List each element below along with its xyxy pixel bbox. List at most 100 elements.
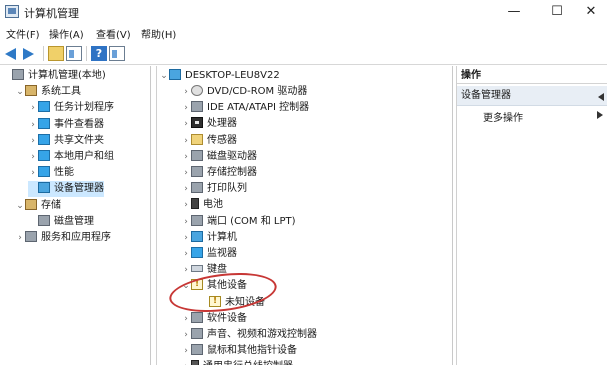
chevron-right-icon[interactable]: › [181, 84, 191, 100]
device-category-item[interactable]: › 电池 [181, 197, 223, 213]
more-actions-link[interactable]: 更多操作 [483, 109, 523, 124]
sidebar-item-label: 系统工具 [41, 86, 81, 98]
chevron-right-icon[interactable]: › [28, 133, 38, 149]
device-tree-pane[interactable]: ⌄ DESKTOP-LEU8V22 › DVD/CD-ROM 驱动器 › IDE ATA… [156, 66, 453, 365]
actions-group-label: 设备管理器 [461, 90, 511, 101]
device-category-item[interactable]: › 监视器 [181, 246, 237, 262]
computer-management-icon [5, 5, 19, 18]
chevron-right-icon[interactable]: › [181, 133, 191, 149]
mouse-icon [191, 344, 203, 356]
forward-arrow-icon[interactable] [23, 46, 39, 61]
device-category-label: 声音、视频和游戏控制器 [207, 329, 317, 340]
device-category-item[interactable]: › 打印队列 [181, 181, 247, 197]
device-category-item[interactable]: › IDE ATA/ATAPI 控制器 [181, 100, 309, 116]
navigation-tree-pane[interactable]: 计算机管理(本地) ⌄ 系统工具 › 任务计划程序 › 事件查看器 › 共享文件夹 › 本地用户和组… [0, 66, 151, 365]
sidebar-item-2[interactable]: › 任务计划程序 [28, 100, 114, 116]
chevron-right-icon[interactable]: › [181, 343, 191, 359]
sidebar-item-label: 服务和应用程序 [41, 232, 111, 243]
menu-file[interactable]: 文件(F) [6, 26, 40, 41]
device-category-item[interactable]: › 通用串行总线控制器 [181, 359, 293, 365]
sidebar-item-1[interactable]: ⌄ 系统工具 [15, 84, 81, 100]
sidebar-item-label: 本地用户和组 [54, 151, 114, 162]
menu-view[interactable]: 查看(V) [96, 26, 131, 41]
device-category-label: 端口 (COM 和 LPT) [207, 215, 296, 227]
folder-up-icon[interactable] [48, 46, 64, 61]
print-queue-icon [191, 182, 203, 194]
sidebar-item-label: 事件查看器 [54, 118, 104, 130]
chevron-right-icon[interactable]: › [181, 116, 191, 132]
device-category-item[interactable]: › 处理器 [181, 116, 237, 132]
chevron-right-icon[interactable]: › [28, 100, 38, 116]
device-category-item[interactable]: › 声音、视频和游戏控制器 [181, 327, 317, 343]
chevron-right-icon[interactable]: › [181, 230, 191, 246]
chevron-right-icon[interactable]: › [28, 117, 38, 133]
device-category-label: 处理器 [207, 118, 237, 130]
chevron-right-icon[interactable]: › [181, 327, 191, 343]
tree-node-icon [38, 182, 50, 194]
actions-group[interactable]: 设备管理器 [457, 86, 607, 106]
device-category-label: 计算机 [207, 231, 237, 243]
chevron-right-icon[interactable]: › [181, 262, 191, 278]
device-category-label: DVD/CD-ROM 驱动器 [207, 86, 308, 97]
chevron-right-icon[interactable]: › [28, 165, 38, 181]
sidebar-item-label: 磁盘管理 [54, 215, 94, 227]
menu-action[interactable]: 操作(A) [49, 26, 84, 41]
close-button[interactable]: ✕ [575, 1, 607, 23]
chevron-right-icon[interactable]: › [181, 246, 191, 262]
device-category-label: 磁盘驱动器 [207, 150, 257, 162]
collapse-arrow-icon[interactable] [598, 93, 604, 101]
sidebar-item-10[interactable]: › 服务和应用程序 [15, 230, 111, 246]
menu-help[interactable]: 帮助(H) [141, 26, 176, 41]
chevron-down-icon[interactable]: ⌄ [15, 84, 25, 100]
device-category-item[interactable]: › 软件设备 [181, 311, 247, 327]
chevron-right-icon[interactable]: › [181, 100, 191, 116]
chevron-right-icon[interactable]: › [181, 197, 191, 213]
properties-icon[interactable] [109, 46, 125, 61]
sidebar-item-5[interactable]: › 本地用户和组 [28, 149, 114, 165]
chevron-right-icon[interactable]: › [28, 149, 38, 165]
sidebar-item-label: 性能 [54, 167, 74, 179]
chevron-right-icon[interactable]: › [181, 181, 191, 197]
keyboard-icon [191, 265, 203, 273]
expand-arrow-icon[interactable] [597, 111, 603, 119]
maximize-button[interactable]: ☐ [535, 1, 579, 23]
computer-icon [191, 230, 203, 242]
device-category-label: 存储控制器 [207, 167, 257, 178]
sidebar-item-6[interactable]: › 性能 [28, 165, 74, 181]
device-category-label: 软件设备 [207, 312, 247, 324]
show-panel-icon[interactable] [66, 46, 82, 61]
chevron-right-icon[interactable]: › [181, 214, 191, 230]
device-category-item[interactable]: › 磁盘驱动器 [181, 149, 257, 165]
tree-node-icon [38, 117, 50, 129]
sidebar-item-3[interactable]: › 事件查看器 [28, 117, 104, 133]
tree-node-icon [25, 85, 37, 97]
device-category-item[interactable]: › 存储控制器 [181, 165, 257, 181]
back-arrow-icon[interactable] [5, 46, 21, 61]
chevron-right-icon[interactable]: › [181, 311, 191, 327]
device-category-item[interactable]: › 计算机 [181, 230, 237, 246]
help-icon[interactable]: ? [91, 46, 107, 61]
chevron-right-icon[interactable]: › [181, 359, 191, 365]
chevron-down-icon[interactable]: ⌄ [15, 198, 25, 214]
device-category-item[interactable]: › DVD/CD-ROM 驱动器 [181, 84, 307, 100]
sidebar-item-0[interactable]: 计算机管理(本地) [2, 68, 106, 84]
device-category-label: 电池 [203, 199, 223, 211]
chevron-right-icon[interactable]: › [15, 230, 25, 246]
sidebar-item-7[interactable]: 设备管理器 [28, 181, 104, 198]
tree-node-icon [12, 69, 24, 80]
device-category-item[interactable]: › 端口 (COM 和 LPT) [181, 214, 296, 230]
device-category-item[interactable]: › 传感器 [181, 133, 237, 149]
chevron-down-icon[interactable]: ⌄ [159, 68, 169, 84]
chevron-right-icon[interactable]: › [181, 149, 191, 165]
sidebar-item-label: 存储 [41, 199, 61, 211]
device-category-label: 监视器 [207, 248, 237, 259]
sidebar-item-4[interactable]: › 共享文件夹 [28, 133, 104, 149]
chevron-right-icon[interactable]: › [181, 165, 191, 181]
device-root[interactable]: ⌄ DESKTOP-LEU8V22 [159, 68, 280, 84]
minimize-button[interactable]: — [492, 1, 536, 23]
device-category-item[interactable]: › 鼠标和其他指针设备 [181, 343, 297, 359]
menu-bar: 文件(F) 操作(A) 查看(V) 帮助(H) [0, 24, 607, 41]
sidebar-item-8[interactable]: ⌄ 存储 [15, 198, 61, 214]
port-icon [191, 214, 203, 226]
sidebar-item-9[interactable]: 磁盘管理 [28, 214, 94, 230]
